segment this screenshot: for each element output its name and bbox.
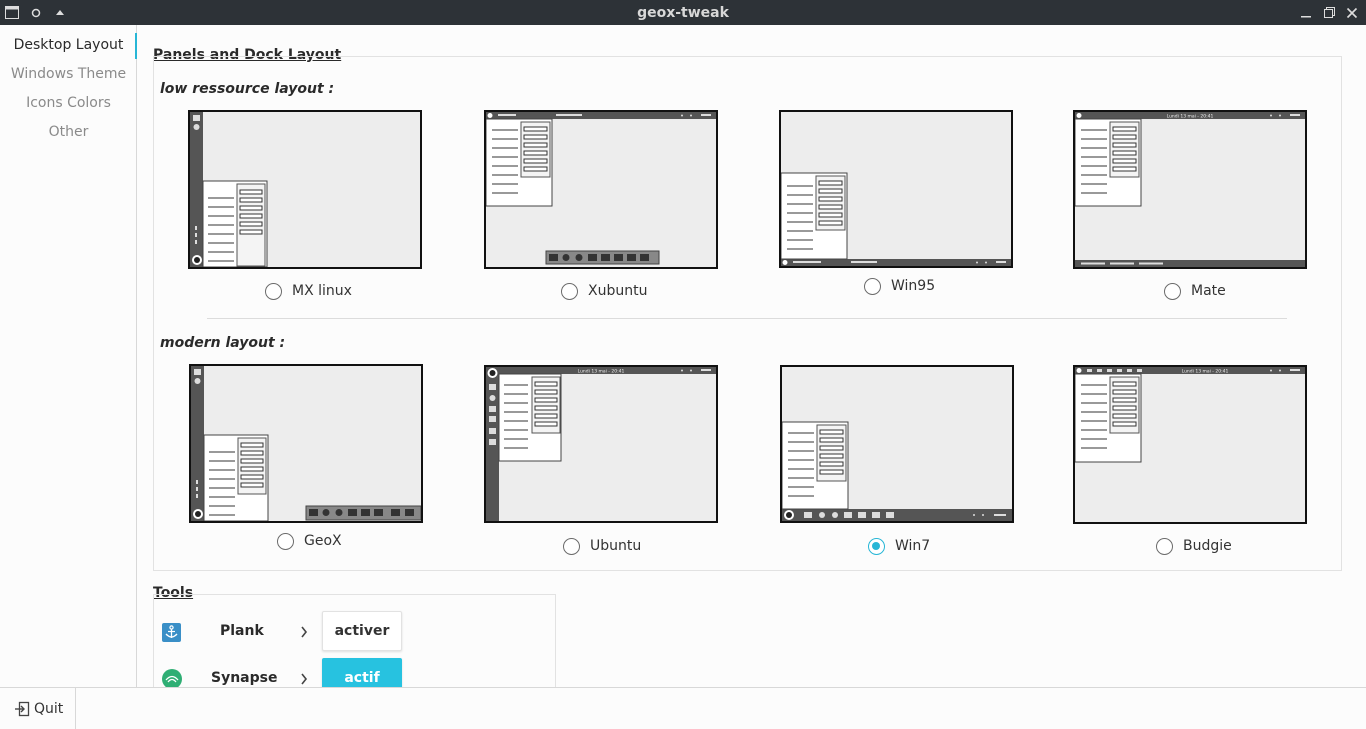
tool-row-synapse: Synapse actif (153, 658, 556, 687)
radio-button[interactable] (1164, 282, 1181, 300)
radio-budgie[interactable]: Budgie (1156, 536, 1232, 556)
low-resource-label: low ressource layout : (160, 81, 335, 97)
close-icon[interactable] (1346, 7, 1358, 19)
radio-button-selected[interactable] (868, 537, 885, 555)
radio-button[interactable] (561, 282, 578, 300)
radio-label: Budgie (1183, 538, 1232, 554)
budgie-preview-icon: Lundi 13 mai - 20:41 (1075, 367, 1305, 463)
sidebar: Desktop Layout Windows Theme Icons Color… (0, 25, 137, 687)
layout-preview-mx-linux[interactable] (188, 110, 422, 269)
budgie-clock-text: Lundi 13 mai - 20:41 (1182, 369, 1229, 375)
radio-win95[interactable]: Win95 (864, 276, 935, 296)
radio-label: MX linux (292, 283, 352, 299)
radio-mx-linux[interactable]: MX linux (265, 281, 352, 301)
tool-name-plank: Plank (220, 623, 264, 639)
sidebar-item-other[interactable]: Other (0, 124, 137, 140)
window-title: geox-tweak (637, 5, 729, 21)
radio-label: Win7 (895, 538, 931, 554)
tool-name-synapse: Synapse (211, 670, 278, 686)
radio-label: Win95 (891, 278, 936, 294)
bottom-bar: Quit (0, 687, 1366, 729)
chevron-right-icon (301, 673, 308, 685)
radio-label: Xubuntu (588, 283, 648, 299)
main-content: Panels and Dock Layout low ressource lay… (137, 25, 1366, 687)
layout-divider (207, 318, 1287, 319)
layout-preview-win95[interactable] (779, 110, 1013, 268)
quit-button[interactable]: Quit (0, 688, 76, 729)
anchor-icon (162, 623, 181, 642)
ubuntu-clock-text: Lundi 13 mai - 20:41 (578, 369, 625, 375)
tool-row-plank: Plank activer (153, 611, 556, 651)
geox-preview-icon (191, 366, 421, 521)
radio-label: GeoX (304, 533, 342, 549)
sidebar-item-icons-colors[interactable]: Icons Colors (0, 95, 137, 111)
radio-button[interactable] (864, 277, 881, 295)
maximize-icon[interactable] (1323, 6, 1336, 19)
ubuntu-preview-icon: Lundi 13 mai - 20:41 (486, 367, 716, 521)
plank-activate-button[interactable]: activer (322, 611, 402, 651)
radio-label: Mate (1191, 283, 1226, 299)
radio-win7[interactable]: Win7 (868, 536, 930, 556)
layout-preview-ubuntu[interactable]: Lundi 13 mai - 20:41 (484, 365, 718, 523)
modern-layout-label: modern layout : (160, 335, 286, 351)
layout-preview-geox[interactable] (189, 364, 423, 523)
radio-button[interactable] (265, 282, 282, 300)
layout-preview-mate[interactable]: Lundi 13 mai - 20:41 (1073, 110, 1307, 269)
layout-preview-budgie[interactable]: Lundi 13 mai - 20:41 (1073, 365, 1307, 524)
synapse-icon (162, 669, 182, 687)
radio-button[interactable] (1156, 537, 1173, 555)
radio-geox[interactable]: GeoX (277, 531, 342, 551)
radio-label: Ubuntu (590, 538, 642, 554)
synapse-active-button[interactable]: actif (322, 658, 402, 687)
minimize-icon[interactable] (1300, 9, 1312, 19)
radio-button[interactable] (277, 532, 294, 550)
quit-label: Quit (34, 700, 64, 717)
xubuntu-preview-icon (486, 112, 716, 265)
win95-preview-icon (781, 172, 1011, 266)
chevron-right-icon (301, 626, 308, 638)
radio-button[interactable] (563, 537, 580, 555)
layout-preview-xubuntu[interactable] (484, 110, 718, 269)
radio-ubuntu[interactable]: Ubuntu (563, 536, 641, 556)
window-titlebar: geox-tweak (0, 0, 1366, 25)
radio-mate[interactable]: Mate (1164, 281, 1226, 301)
exit-icon (15, 701, 30, 716)
mate-clock-text: Lundi 13 mai - 20:41 (1167, 114, 1214, 120)
sidebar-item-windows-theme[interactable]: Windows Theme (0, 66, 137, 82)
layout-preview-win7[interactable] (780, 365, 1014, 523)
mate-preview-icon: Lundi 13 mai - 20:41 (1075, 112, 1305, 267)
sidebar-item-desktop-layout[interactable]: Desktop Layout (0, 37, 137, 53)
win7-preview-icon (782, 421, 1012, 521)
radio-xubuntu[interactable]: Xubuntu (561, 281, 647, 301)
mx-linux-preview-icon (190, 112, 268, 267)
